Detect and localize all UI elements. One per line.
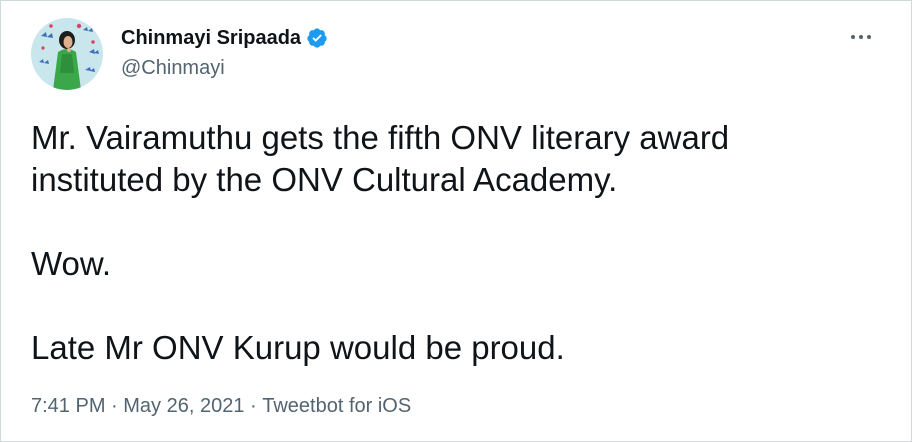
tweet-date[interactable]: May 26, 2021 bbox=[123, 394, 244, 418]
more-options-icon bbox=[851, 35, 871, 39]
avatar[interactable] bbox=[31, 18, 103, 90]
meta-separator: · bbox=[244, 395, 263, 417]
meta-separator: · bbox=[105, 395, 124, 417]
tweet-metadata: 7:41 PM · May 26, 2021 · Tweetbot for iO… bbox=[31, 394, 411, 418]
tweet-card[interactable]: Chinmayi Sripaada @Chinmayi Mr. Vairamut… bbox=[0, 0, 912, 442]
verified-badge-icon bbox=[306, 27, 328, 49]
author-display-name[interactable]: Chinmayi Sripaada bbox=[121, 26, 301, 50]
author-handle[interactable]: @Chinmayi bbox=[121, 56, 225, 80]
avatar-illustration-icon bbox=[31, 18, 103, 90]
tweet-time[interactable]: 7:41 PM bbox=[31, 394, 105, 418]
author-name-row[interactable]: Chinmayi Sripaada bbox=[121, 26, 328, 50]
more-options-button[interactable] bbox=[847, 23, 875, 51]
tweet-source[interactable]: Tweetbot for iOS bbox=[262, 394, 411, 418]
tweet-text: Mr. Vairamuthu gets the fifth ONV litera… bbox=[31, 119, 730, 366]
